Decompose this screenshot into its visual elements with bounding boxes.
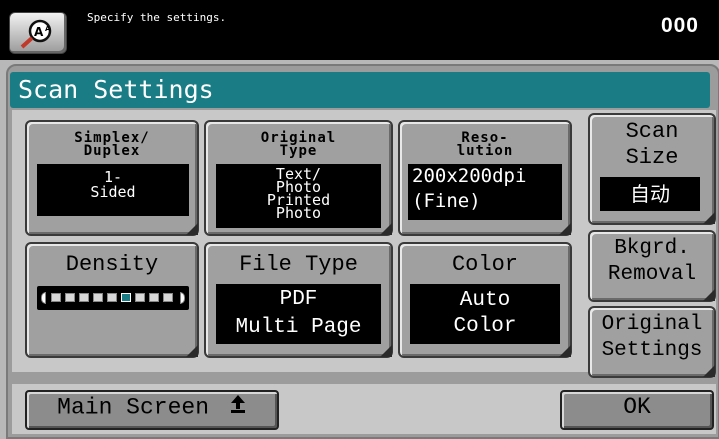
job-counter: 000 [660, 14, 699, 37]
ok-label: OK [623, 394, 651, 420]
resolution-value: 200x200dpi (Fine) [408, 164, 562, 220]
simplex-duplex-value: 1- Sided [37, 164, 189, 216]
density-left-cap [41, 292, 46, 304]
file-type-button[interactable]: File Type PDF Multi Page [204, 242, 393, 358]
main-screen-label: Main Screen [27, 394, 277, 421]
density-segment [79, 293, 89, 302]
color-label: Color [451, 252, 518, 277]
original-type-value: Text/Photo Printed Photo [216, 164, 381, 228]
original-settings-button[interactable]: Original Settings [588, 306, 716, 378]
accessibility-button[interactable]: A A [9, 12, 67, 54]
color-value: Auto Color [410, 284, 560, 344]
density-segment [149, 293, 159, 302]
scan-size-button[interactable]: Scan Size 自动 [588, 113, 716, 225]
simplex-duplex-button[interactable]: Simplex/Duplex 1- Sided [25, 120, 199, 236]
density-segment [163, 293, 173, 302]
density-label: Density [65, 252, 159, 277]
ok-button[interactable]: OK [560, 390, 714, 430]
svg-text:A: A [45, 25, 51, 33]
file-type-label: File Type [239, 252, 358, 277]
return-arrow-icon [229, 394, 247, 421]
scan-size-label: Scan Size [625, 119, 679, 170]
svg-text:A: A [34, 25, 44, 39]
density-button[interactable]: Density [25, 242, 199, 358]
density-right-cap [180, 292, 185, 304]
density-segment [51, 293, 61, 302]
status-message: Specify the settings. [87, 11, 227, 24]
scan-size-value: 自动 [600, 177, 700, 211]
original-settings-label: Original Settings [601, 313, 703, 362]
original-type-label: Original Type [260, 130, 337, 159]
bkgrd-removal-button[interactable]: Bkgrd. Removal [588, 230, 716, 302]
file-type-value: PDF Multi Page [216, 284, 381, 344]
original-type-button[interactable]: Original Type Text/Photo Printed Photo [204, 120, 393, 236]
title-bar: Scan Settings [10, 72, 710, 108]
status-bar: A A Specify the settings. 000 [0, 0, 719, 60]
bkgrd-removal-label: Bkgrd. Removal [607, 237, 697, 286]
density-segment [107, 293, 117, 302]
density-segment [65, 293, 75, 302]
resolution-button[interactable]: Reso-lution 200x200dpi (Fine) [398, 120, 572, 236]
density-segment [93, 293, 103, 302]
resolution-label: Reso-lution [456, 130, 514, 159]
density-segment [121, 293, 131, 302]
color-button[interactable]: Color Auto Color [398, 242, 572, 358]
density-segment [135, 293, 145, 302]
page-title: Scan Settings [18, 75, 214, 104]
density-level-bar [37, 286, 189, 310]
main-screen-button[interactable]: Main Screen [25, 390, 279, 430]
simplex-duplex-label: Simplex/Duplex [74, 130, 150, 159]
